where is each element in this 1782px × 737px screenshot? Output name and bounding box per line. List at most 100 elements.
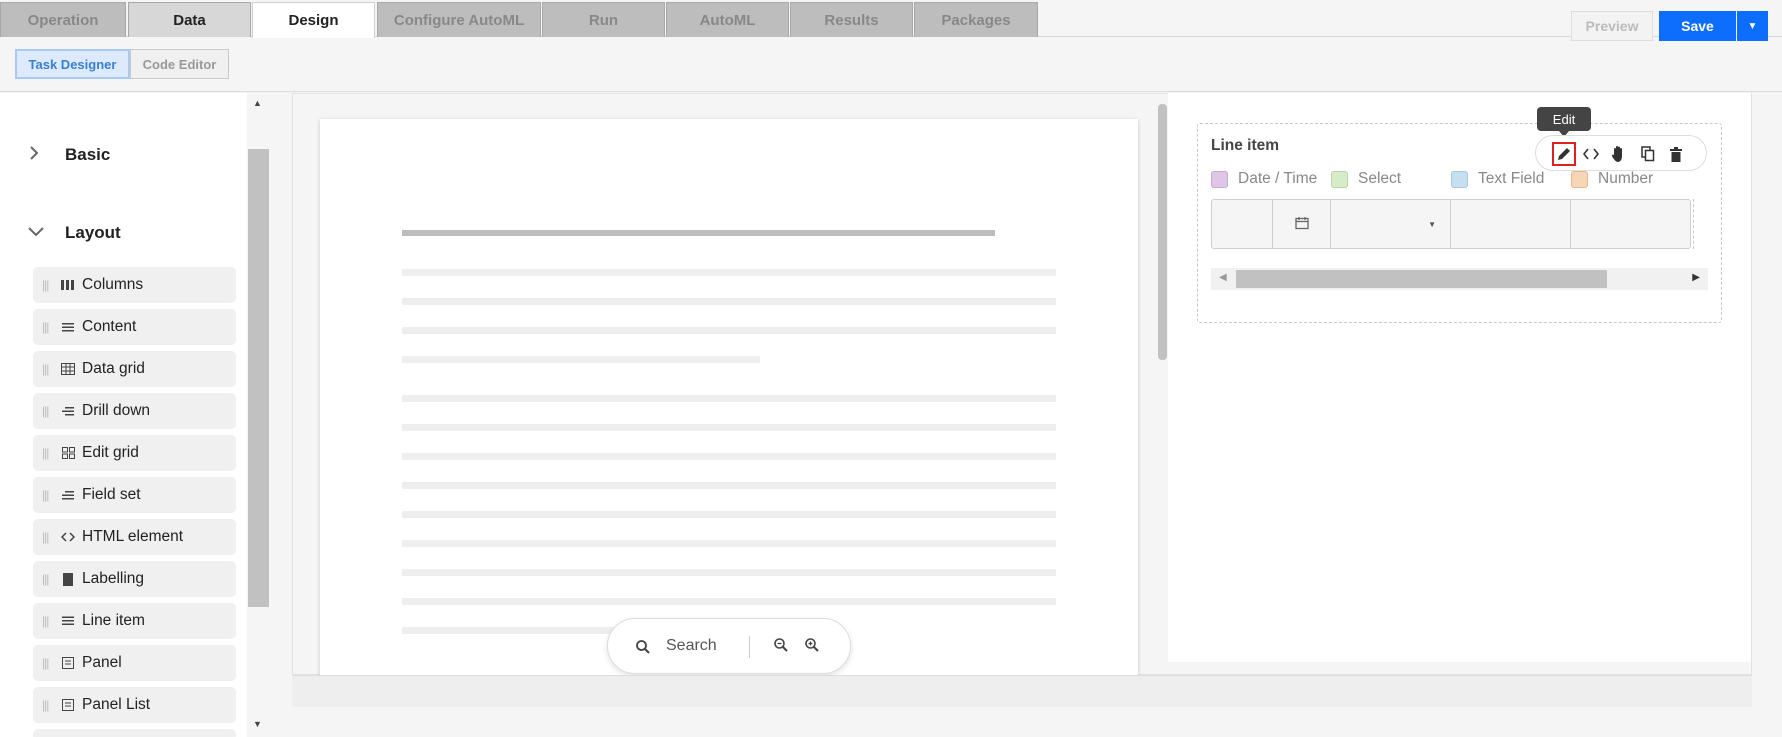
section-basic[interactable]: Basic xyxy=(28,145,110,165)
task-designer-button[interactable]: Task Designer xyxy=(15,49,130,79)
component-edit-grid[interactable]: ||| Edit grid xyxy=(33,435,236,471)
placeholder-line xyxy=(402,569,1056,576)
save-button[interactable]: Save xyxy=(1659,11,1736,41)
content-icon xyxy=(60,320,76,334)
drag-handle-icon: ||| xyxy=(42,446,49,460)
panel-icon xyxy=(60,656,76,670)
component-labelling[interactable]: ||| Labelling xyxy=(33,561,236,597)
designer-toolbar: Task Designer Code Editor xyxy=(0,38,1782,92)
section-label: Basic xyxy=(65,145,111,164)
copy-icon[interactable] xyxy=(1638,144,1658,164)
section-layout[interactable]: Layout xyxy=(28,223,121,243)
component-panel[interactable]: ||| Panel xyxy=(33,645,236,681)
caret-down-icon[interactable]: ▼ xyxy=(1428,220,1436,229)
preview-button[interactable]: Preview xyxy=(1571,11,1653,41)
component-label: Columns xyxy=(82,276,144,293)
placeholder-line xyxy=(402,424,1056,431)
component-label: Content xyxy=(82,318,137,335)
scrollbar-thumb[interactable] xyxy=(248,149,269,607)
search-icon[interactable] xyxy=(635,639,651,660)
sidebar-scrollbar[interactable]: ▲ ▼ xyxy=(247,93,270,737)
edit-tooltip: Edit xyxy=(1537,107,1591,137)
code-icon[interactable] xyxy=(1581,144,1601,164)
component-content[interactable]: ||| Content xyxy=(33,309,236,345)
component-drill-down[interactable]: ||| Drill down xyxy=(33,393,236,429)
code-editor-button[interactable]: Code Editor xyxy=(130,49,229,79)
drag-handle-icon: ||| xyxy=(42,404,49,418)
drag-handle-icon: ||| xyxy=(42,656,49,670)
grid-horizontal-scrollbar[interactable]: ◀ ▶ xyxy=(1211,268,1708,290)
legend-label: Number xyxy=(1598,170,1654,187)
zoom-out-icon[interactable] xyxy=(773,637,789,658)
legend-number: Number xyxy=(1571,170,1653,188)
panel-list-icon xyxy=(60,698,76,712)
tab-packages[interactable]: Packages xyxy=(914,2,1038,37)
component-panel-list[interactable]: ||| Panel List xyxy=(33,687,236,723)
placeholder-line xyxy=(402,482,1056,489)
component-action-bar xyxy=(1535,135,1707,171)
document-preview[interactable] xyxy=(320,119,1138,675)
grid-cell[interactable] xyxy=(1212,200,1273,248)
component-label: Field set xyxy=(82,486,141,503)
component-label: Panel xyxy=(82,654,122,671)
component-sidebar: Basic Layout ||| Columns ||| Content |||… xyxy=(0,93,270,737)
tab-operation[interactable]: Operation xyxy=(0,2,126,37)
legend-swatch xyxy=(1571,170,1588,188)
calendar-icon[interactable] xyxy=(1294,216,1309,233)
component-label: Labelling xyxy=(82,570,145,587)
tab-design[interactable]: Design xyxy=(252,2,375,38)
component-more[interactable] xyxy=(33,729,236,737)
component-field-set[interactable]: ||| Field set xyxy=(33,477,236,513)
drag-hand-icon[interactable] xyxy=(1609,144,1629,164)
grid-cell-number[interactable] xyxy=(1571,200,1690,248)
tab-data[interactable]: Data xyxy=(128,2,251,37)
scrollbar-thumb[interactable] xyxy=(1236,270,1607,288)
drilldown-icon xyxy=(60,404,76,418)
fieldset-icon xyxy=(60,488,76,502)
component-label: HTML element xyxy=(82,528,184,545)
legend-swatch xyxy=(1331,170,1348,188)
legend-label: Date / Time xyxy=(1238,170,1318,187)
scroll-down-arrow-icon[interactable]: ▼ xyxy=(253,719,262,729)
drag-handle-icon: ||| xyxy=(42,614,49,628)
edit-pencil-icon[interactable] xyxy=(1552,142,1576,166)
labelling-icon xyxy=(60,572,76,586)
scroll-up-arrow-icon[interactable]: ▲ xyxy=(253,98,262,108)
divider xyxy=(749,636,750,658)
section-label: Layout xyxy=(65,223,121,242)
scroll-left-arrow-icon[interactable]: ◀ xyxy=(1219,272,1227,283)
legend-text-field: Text Field xyxy=(1451,170,1544,188)
component-html-element[interactable]: ||| HTML element xyxy=(33,519,236,555)
placeholder-line xyxy=(402,453,1056,460)
trash-icon[interactable] xyxy=(1666,144,1686,164)
legend-label: Text Field xyxy=(1478,170,1545,187)
component-data-grid[interactable]: ||| Data grid xyxy=(33,351,236,387)
grid-cell-date[interactable] xyxy=(1273,200,1332,248)
tab-configure-automl[interactable]: Configure AutoML xyxy=(377,2,541,37)
save-options-dropdown[interactable]: ▼ xyxy=(1737,11,1768,41)
component-line-item[interactable]: ||| Line item xyxy=(33,603,236,639)
legend-label: Select xyxy=(1358,170,1402,187)
scroll-right-arrow-icon[interactable]: ▶ xyxy=(1692,272,1700,283)
canvas-scrollbar-thumb[interactable] xyxy=(1158,104,1167,360)
tab-results[interactable]: Results xyxy=(790,2,913,37)
tab-automl[interactable]: AutoML xyxy=(666,2,789,37)
zoom-in-icon[interactable] xyxy=(804,637,820,658)
grid-cell-select[interactable]: ▼ xyxy=(1331,200,1452,248)
drag-handle-icon: ||| xyxy=(42,362,49,376)
bottom-strip xyxy=(292,675,1752,707)
placeholder-heading xyxy=(402,230,995,236)
placeholder-line xyxy=(402,298,1056,305)
legend-swatch xyxy=(1451,170,1468,188)
placeholder-line xyxy=(402,511,1056,518)
component-columns[interactable]: ||| Columns xyxy=(33,267,236,303)
grid-icon xyxy=(60,362,76,376)
document-search-bar: Search xyxy=(607,618,851,674)
grid-cell-text[interactable] xyxy=(1451,200,1571,248)
line-item-grid: ▼ xyxy=(1211,199,1691,249)
tab-run[interactable]: Run xyxy=(542,2,665,37)
search-input[interactable]: Search xyxy=(666,637,717,655)
top-tab-bar: Operation Data Design Configure AutoML R… xyxy=(0,0,1782,38)
component-label: Data grid xyxy=(82,360,145,377)
placeholder-line xyxy=(402,540,1056,547)
